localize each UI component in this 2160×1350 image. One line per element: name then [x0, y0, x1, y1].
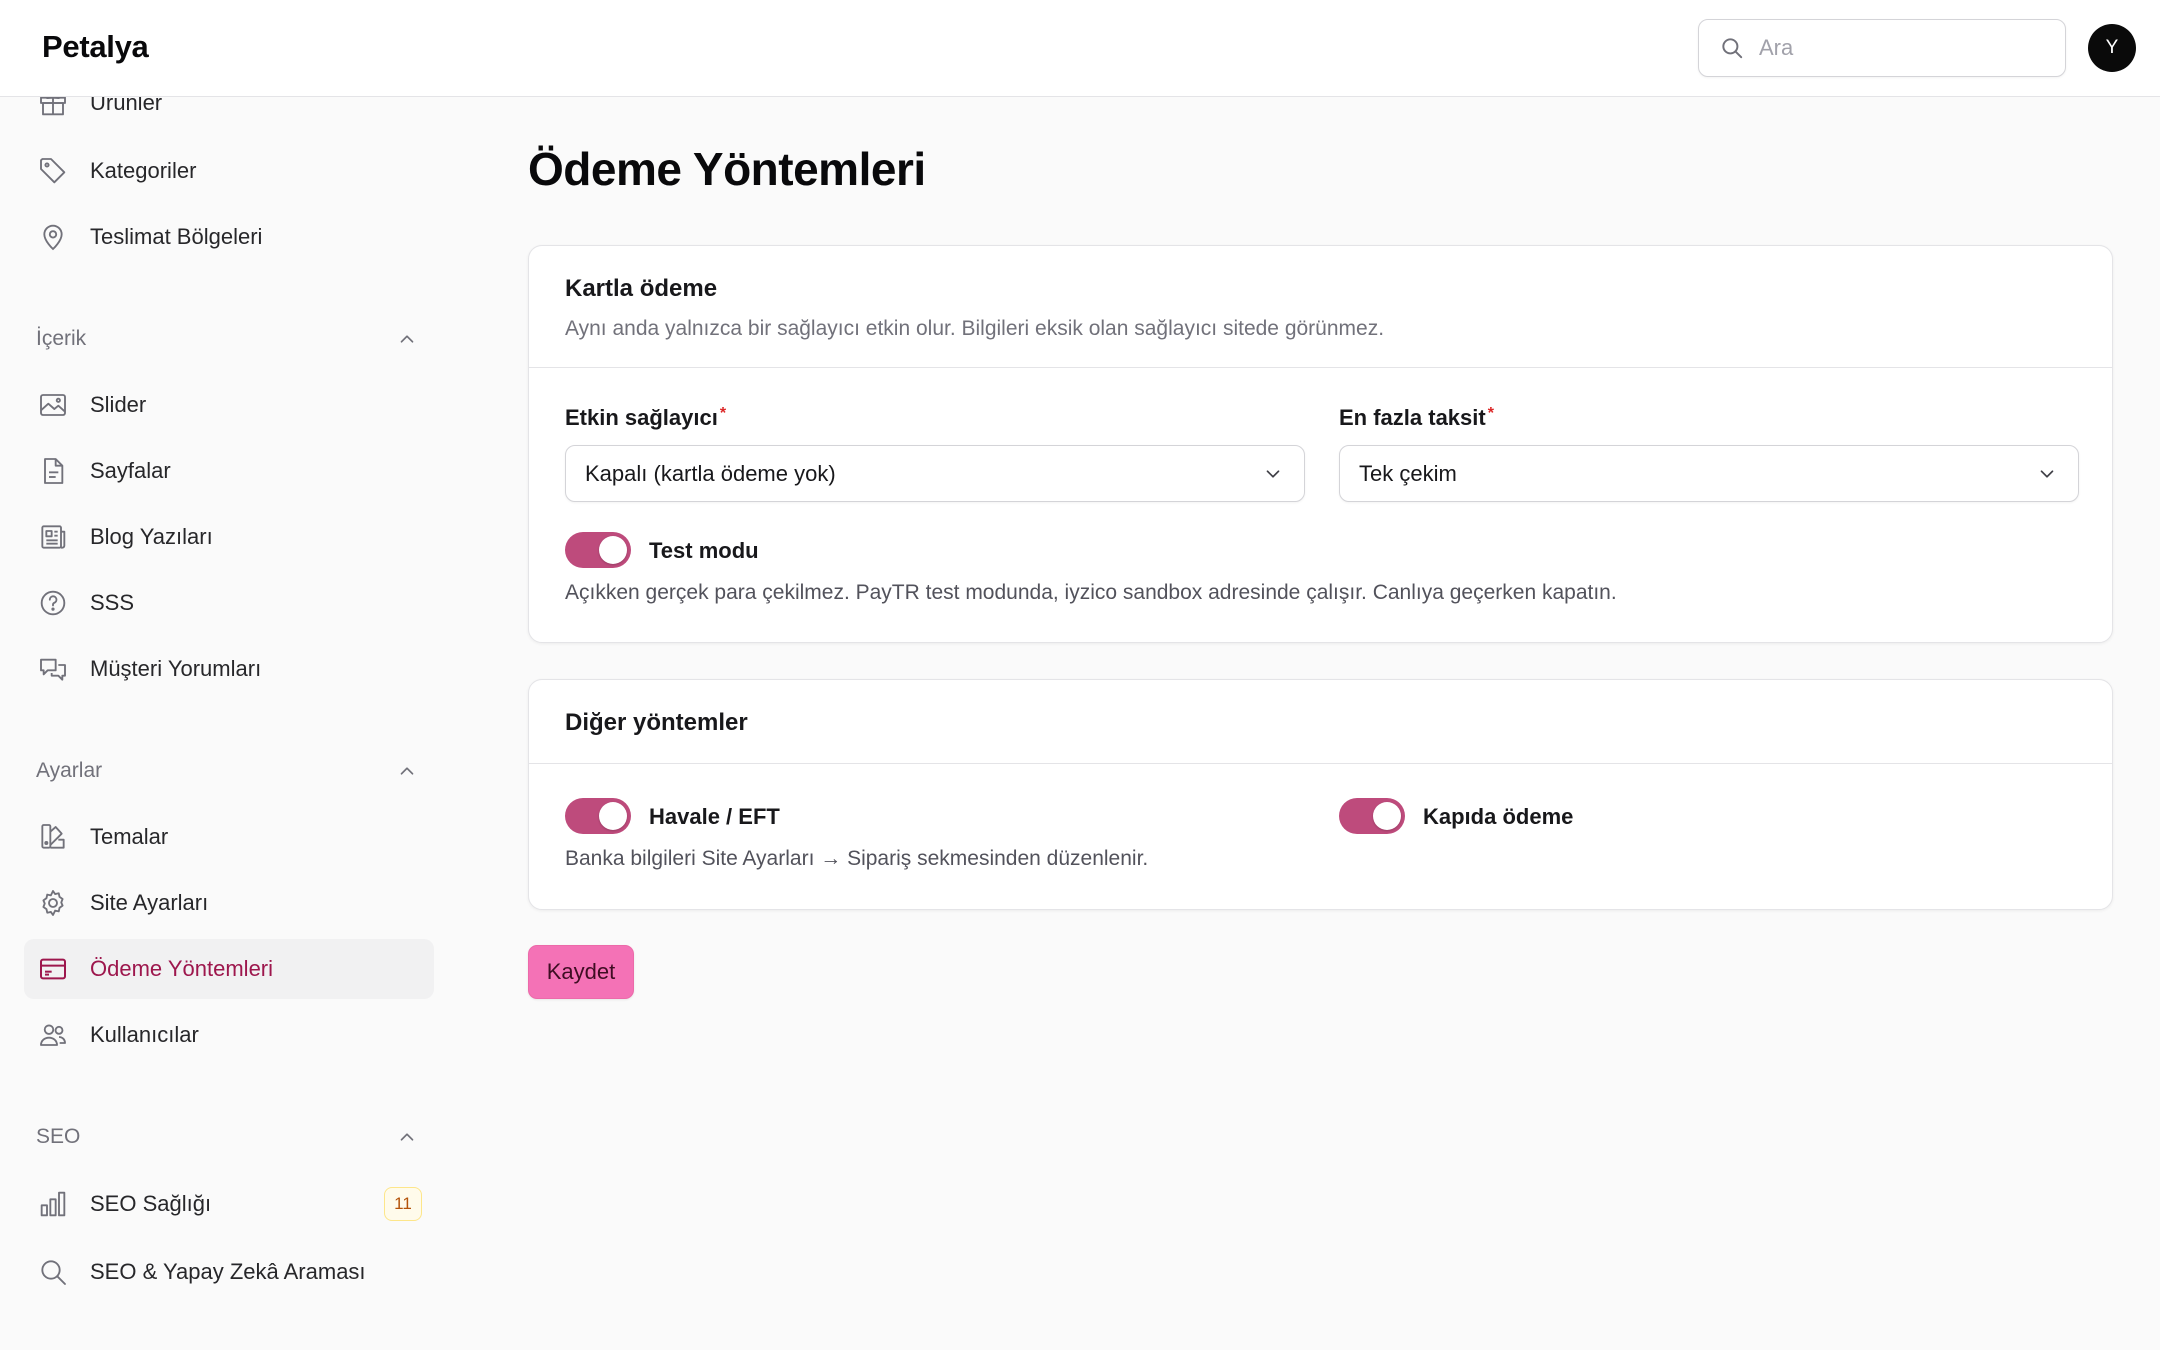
- sidebar-item-products[interactable]: Ürünler: [24, 97, 434, 133]
- sidebar-item-label: Slider: [90, 392, 147, 417]
- provider-label: Etkin sağlayıcı *: [565, 405, 727, 430]
- sidebar-item-label: Sayfalar: [90, 458, 171, 483]
- installment-select[interactable]: Tek çekim: [1339, 445, 2079, 502]
- toggle-knob: [599, 536, 627, 564]
- card-header: Kartla ödeme Aynı anda yalnızca bir sağl…: [529, 246, 2112, 368]
- sidebar-item-pages[interactable]: Sayfalar: [24, 441, 434, 501]
- search-input[interactable]: [1759, 35, 2039, 61]
- cash-on-delivery-toggle[interactable]: [1339, 798, 1405, 834]
- toggle-knob: [1373, 802, 1401, 830]
- required-mark: *: [1487, 405, 1494, 422]
- cash-on-delivery-label: Kapıda ödeme: [1423, 804, 1574, 829]
- section-title: Diğer yöntemler: [565, 709, 748, 736]
- page-title: Ödeme Yöntemleri: [528, 143, 926, 195]
- users-icon: [37, 1019, 69, 1051]
- sidebar-item-label: Blog Yazıları: [90, 524, 213, 549]
- sidebar-group-seo[interactable]: SEO: [36, 1117, 420, 1157]
- required-mark: *: [719, 405, 727, 422]
- chevron-up-icon: [400, 767, 414, 775]
- bar-chart-icon: [37, 1188, 69, 1220]
- sidebar-item-blog-posts[interactable]: Blog Yazıları: [24, 507, 434, 567]
- sidebar-group-label: İçerik: [36, 327, 87, 350]
- sidebar-item-label: Müşteri Yorumları: [90, 656, 262, 681]
- sidebar-item-users[interactable]: Kullanıcılar: [24, 1005, 434, 1065]
- sidebar-item-label: SEO Sağlığı: [90, 1191, 212, 1216]
- test-mode-label: Test modu: [649, 538, 759, 563]
- tag-icon: [37, 155, 69, 187]
- sidebar-item-site-settings[interactable]: Site Ayarları: [24, 873, 434, 933]
- newspaper-icon: [37, 521, 69, 553]
- card-header: Diğer yöntemler: [529, 680, 2112, 764]
- sidebar-item-faq[interactable]: SSS: [24, 573, 434, 633]
- sidebar-group-label: SEO: [36, 1125, 81, 1148]
- test-mode-toggle[interactable]: [565, 532, 631, 568]
- sidebar-item-label: Teslimat Bölgeleri: [90, 224, 263, 249]
- brand-logo[interactable]: Petalya: [42, 29, 149, 65]
- test-mode-help: Açıkken gerçek para çekilmez. PayTR test…: [565, 581, 1617, 604]
- sidebar-item-themes[interactable]: Temalar: [24, 807, 434, 867]
- search-icon: [1722, 38, 1743, 59]
- sidebar-item-seo-ai-search[interactable]: SEO & Yapay Zekâ Araması: [24, 1242, 434, 1302]
- sidebar-item-slider[interactable]: Slider: [24, 375, 434, 435]
- sidebar-group-settings[interactable]: Ayarlar: [36, 751, 420, 791]
- section-title: Kartla ödeme: [565, 275, 718, 302]
- document-icon: [37, 455, 69, 487]
- chevron-up-icon: [400, 335, 414, 343]
- card-payment-section: Kartla ödeme Aynı anda yalnızca bir sağl…: [528, 245, 2113, 643]
- sidebar-item-delivery-zones[interactable]: Teslimat Bölgeleri: [24, 207, 434, 267]
- map-pin-icon: [37, 221, 69, 253]
- sidebar-item-reviews[interactable]: Müşteri Yorumları: [24, 639, 434, 699]
- chat-bubbles-icon: [37, 653, 69, 685]
- credit-card-icon: [37, 953, 69, 985]
- toggle-knob: [599, 802, 627, 830]
- sidebar-item-label: SEO & Yapay Zekâ Araması: [90, 1259, 366, 1284]
- question-icon: [37, 587, 69, 619]
- gear-icon: [37, 887, 69, 919]
- provider-select-value: Kapalı (kartla ödeme yok): [585, 460, 836, 486]
- sidebar-item-label: Kategoriler: [90, 158, 197, 183]
- sidebar-item-label: Temalar: [90, 824, 169, 849]
- image-icon: [37, 389, 69, 421]
- user-avatar[interactable]: Y: [2088, 24, 2136, 72]
- chevron-down-icon: [2040, 469, 2054, 478]
- sidebar-item-seo-health[interactable]: SEO Sağlığı 11: [24, 1174, 434, 1234]
- sidebar-group-content[interactable]: İçerik: [36, 319, 420, 359]
- sidebar-item-categories[interactable]: Kategoriler: [24, 141, 434, 201]
- section-description: Aynı anda yalnızca bir sağlayıcı etkin o…: [565, 317, 1385, 340]
- top-bar: Petalya Y: [0, 0, 2160, 97]
- sidebar-group-label: Ayarlar: [36, 759, 103, 782]
- chevron-down-icon: [1266, 469, 1280, 478]
- sidebar-item-label: Ürünler: [90, 97, 163, 115]
- sidebar-item-label: Ödeme Yöntemleri: [90, 956, 274, 981]
- sidebar-item-label: SSS: [90, 590, 135, 615]
- sidebar-item-label: Kullanıcılar: [90, 1022, 199, 1047]
- save-button[interactable]: Kaydet: [528, 945, 634, 999]
- bank-transfer-toggle[interactable]: [565, 798, 631, 834]
- installment-label: En fazla taksit *: [1339, 405, 1494, 430]
- sidebar-item-label: Site Ayarları: [90, 890, 209, 915]
- gift-icon: [37, 97, 69, 119]
- bank-transfer-help: Banka bilgileri Site Ayarları → Sipariş …: [565, 847, 1149, 870]
- search-icon: [37, 1256, 69, 1288]
- sidebar-item-payment-methods[interactable]: Ödeme Yöntemleri: [24, 939, 434, 999]
- provider-select[interactable]: Kapalı (kartla ödeme yok): [565, 445, 1305, 502]
- search-box[interactable]: [1698, 19, 2066, 77]
- installment-select-value: Tek çekim: [1359, 460, 1457, 486]
- sidebar: Ürünler Kategoriler Teslimat Bölgeleri İ…: [0, 97, 440, 1350]
- card-other-methods: Diğer yöntemler Havale / EFT Banka bilgi…: [528, 679, 2113, 910]
- chevron-up-icon: [400, 1133, 414, 1141]
- bank-transfer-label: Havale / EFT: [649, 804, 780, 829]
- swatch-icon: [37, 821, 69, 853]
- seo-issue-count-badge: 11: [384, 1187, 422, 1221]
